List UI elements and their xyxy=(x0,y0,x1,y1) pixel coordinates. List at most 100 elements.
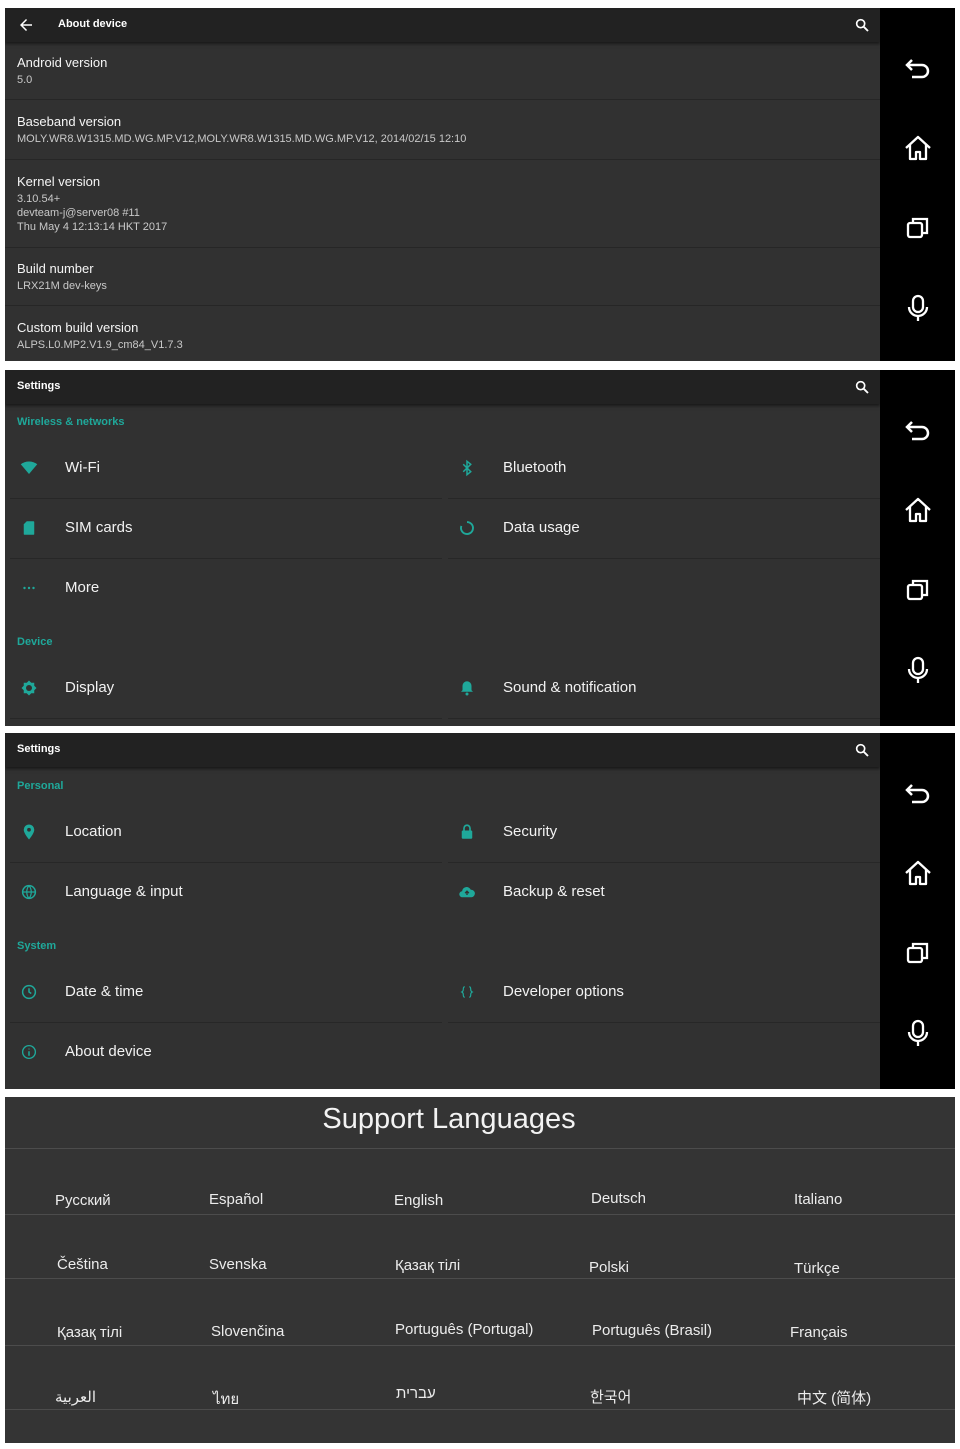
settings-item-label: Backup & reset xyxy=(503,883,605,900)
recent-apps-button[interactable] xyxy=(898,933,938,973)
back-button[interactable] xyxy=(898,48,938,88)
section-header-wireless: Wireless & networks xyxy=(17,416,125,428)
microphone-icon xyxy=(907,294,929,321)
section-header-personal: Personal xyxy=(17,780,64,792)
settings-item-label: Location xyxy=(65,823,122,840)
language-item: Polski xyxy=(589,1259,630,1276)
back-button[interactable] xyxy=(898,773,938,813)
microphone-icon xyxy=(907,656,929,683)
language-item: Português (Brasil) xyxy=(592,1322,713,1339)
home-button[interactable] xyxy=(898,490,938,530)
divider xyxy=(5,1278,955,1279)
microphone-icon xyxy=(907,1019,929,1046)
language-item: Čeština xyxy=(57,1256,108,1273)
item-title: Custom build version xyxy=(17,320,139,335)
home-icon xyxy=(905,135,931,161)
divider xyxy=(5,1148,955,1149)
item-value: 3.10.54+ devteam-j@server08 #11 Thu May … xyxy=(17,193,168,233)
settings-item-sim-cards[interactable]: SIM cards xyxy=(10,500,442,559)
item-value: MOLY.WR8.W1315.MD.WG.MP.V12,MOLY.WR8.W13… xyxy=(17,133,467,145)
item-value: 5.0 xyxy=(17,74,33,86)
item-title: Baseband version xyxy=(17,114,122,129)
settings-item-label: Security xyxy=(503,823,558,840)
custom-build-version-item[interactable]: Custom build version ALPS.L0.MP2.V1.9_cm… xyxy=(5,306,880,361)
search-icon[interactable] xyxy=(854,742,870,758)
item-value: LRX21M dev-keys xyxy=(17,280,107,292)
settings-item-label: Language & input xyxy=(65,883,183,900)
android-version-item[interactable]: Android version 5.0 xyxy=(5,42,880,100)
settings-panel-1: Settings Wireless & networks Wi-Fi Bluet… xyxy=(5,370,955,726)
settings-item-sound-notification[interactable]: Sound & notification xyxy=(448,660,880,719)
language-item: English xyxy=(394,1192,444,1209)
recent-apps-icon xyxy=(906,942,929,964)
voice-button[interactable] xyxy=(898,650,938,690)
settings-item-security[interactable]: Security xyxy=(448,804,880,863)
settings-item-label: Bluetooth xyxy=(503,459,567,476)
language-item: Slovenčina xyxy=(211,1323,285,1340)
settings-item-label: Data usage xyxy=(503,519,580,536)
data-usage-icon xyxy=(460,521,474,535)
item-value: ALPS.L0.MP2.V1.9_cm84_V1.7.3 xyxy=(17,339,183,351)
recent-apps-button[interactable] xyxy=(898,208,938,248)
settings-item-backup-reset[interactable]: Backup & reset xyxy=(448,864,880,922)
language-item: Svenska xyxy=(209,1256,267,1273)
support-languages-panel: Support Languages Русский Español Englis… xyxy=(5,1097,955,1443)
search-icon[interactable] xyxy=(854,379,870,395)
settings-item-wifi[interactable]: Wi-Fi xyxy=(10,440,442,499)
page-title: About device xyxy=(58,18,128,30)
back-icon xyxy=(905,59,930,79)
settings-item-more[interactable]: More xyxy=(10,560,442,618)
voice-button[interactable] xyxy=(898,288,938,328)
settings-item-data-usage[interactable]: Data usage xyxy=(448,500,880,559)
location-pin-icon xyxy=(23,824,35,840)
settings-item-location[interactable]: Location xyxy=(10,804,442,863)
sim-card-icon xyxy=(23,521,35,535)
home-button[interactable] xyxy=(898,128,938,168)
app-bar: About device xyxy=(5,8,880,42)
baseband-version-item[interactable]: Baseband version MOLY.WR8.W1315.MD.WG.MP… xyxy=(5,100,880,160)
divider xyxy=(5,1214,955,1215)
language-item: Türkçe xyxy=(794,1260,840,1277)
home-icon xyxy=(905,860,931,886)
divider xyxy=(5,1345,955,1346)
info-icon xyxy=(21,1044,37,1060)
cloud-upload-icon xyxy=(459,887,475,898)
settings-item-label: Display xyxy=(65,679,115,696)
language-item: Português (Portugal) xyxy=(395,1321,534,1338)
settings-item-label: Wi-Fi xyxy=(65,459,100,476)
settings-item-language-input[interactable]: Language & input xyxy=(10,864,442,922)
globe-icon xyxy=(21,884,37,900)
back-button[interactable] xyxy=(898,410,938,450)
clock-icon xyxy=(21,984,37,1000)
search-icon[interactable] xyxy=(854,17,870,33)
item-title: Android version xyxy=(17,55,108,70)
navigation-bar xyxy=(880,733,955,1089)
voice-button[interactable] xyxy=(898,1013,938,1053)
kernel-version-item[interactable]: Kernel version 3.10.54+ devteam-j@server… xyxy=(5,160,880,248)
settings-item-label: About device xyxy=(65,1043,152,1060)
display-brightness-icon xyxy=(21,680,37,696)
item-title: Build number xyxy=(17,261,94,276)
settings-item-label: SIM cards xyxy=(65,519,133,536)
settings-item-about-device[interactable]: About device xyxy=(10,1024,442,1082)
back-icon xyxy=(905,784,930,804)
recent-apps-icon xyxy=(906,217,929,239)
app-bar: Settings xyxy=(5,733,880,767)
about-device-panel: About device Android version 5.0 Baseban… xyxy=(5,8,955,361)
settings-item-developer-options[interactable]: Developer options xyxy=(448,964,880,1023)
settings-item-display[interactable]: Display xyxy=(10,660,442,719)
recent-apps-button[interactable] xyxy=(898,570,938,610)
settings-item-bluetooth[interactable]: Bluetooth xyxy=(448,440,880,499)
back-arrow-icon[interactable] xyxy=(17,16,35,34)
settings-item-date-time[interactable]: Date & time xyxy=(10,964,442,1023)
section-header-system: System xyxy=(17,940,57,952)
settings-item-label: Sound & notification xyxy=(503,679,637,696)
language-item: Deutsch xyxy=(591,1190,647,1207)
developer-braces-icon xyxy=(460,986,474,998)
language-item: Қазақ тілі xyxy=(395,1257,461,1274)
home-button[interactable] xyxy=(898,853,938,893)
more-icon xyxy=(23,586,35,590)
build-number-item[interactable]: Build number LRX21M dev-keys xyxy=(5,248,880,306)
divider xyxy=(5,1409,955,1410)
item-title: Kernel version xyxy=(17,174,101,189)
